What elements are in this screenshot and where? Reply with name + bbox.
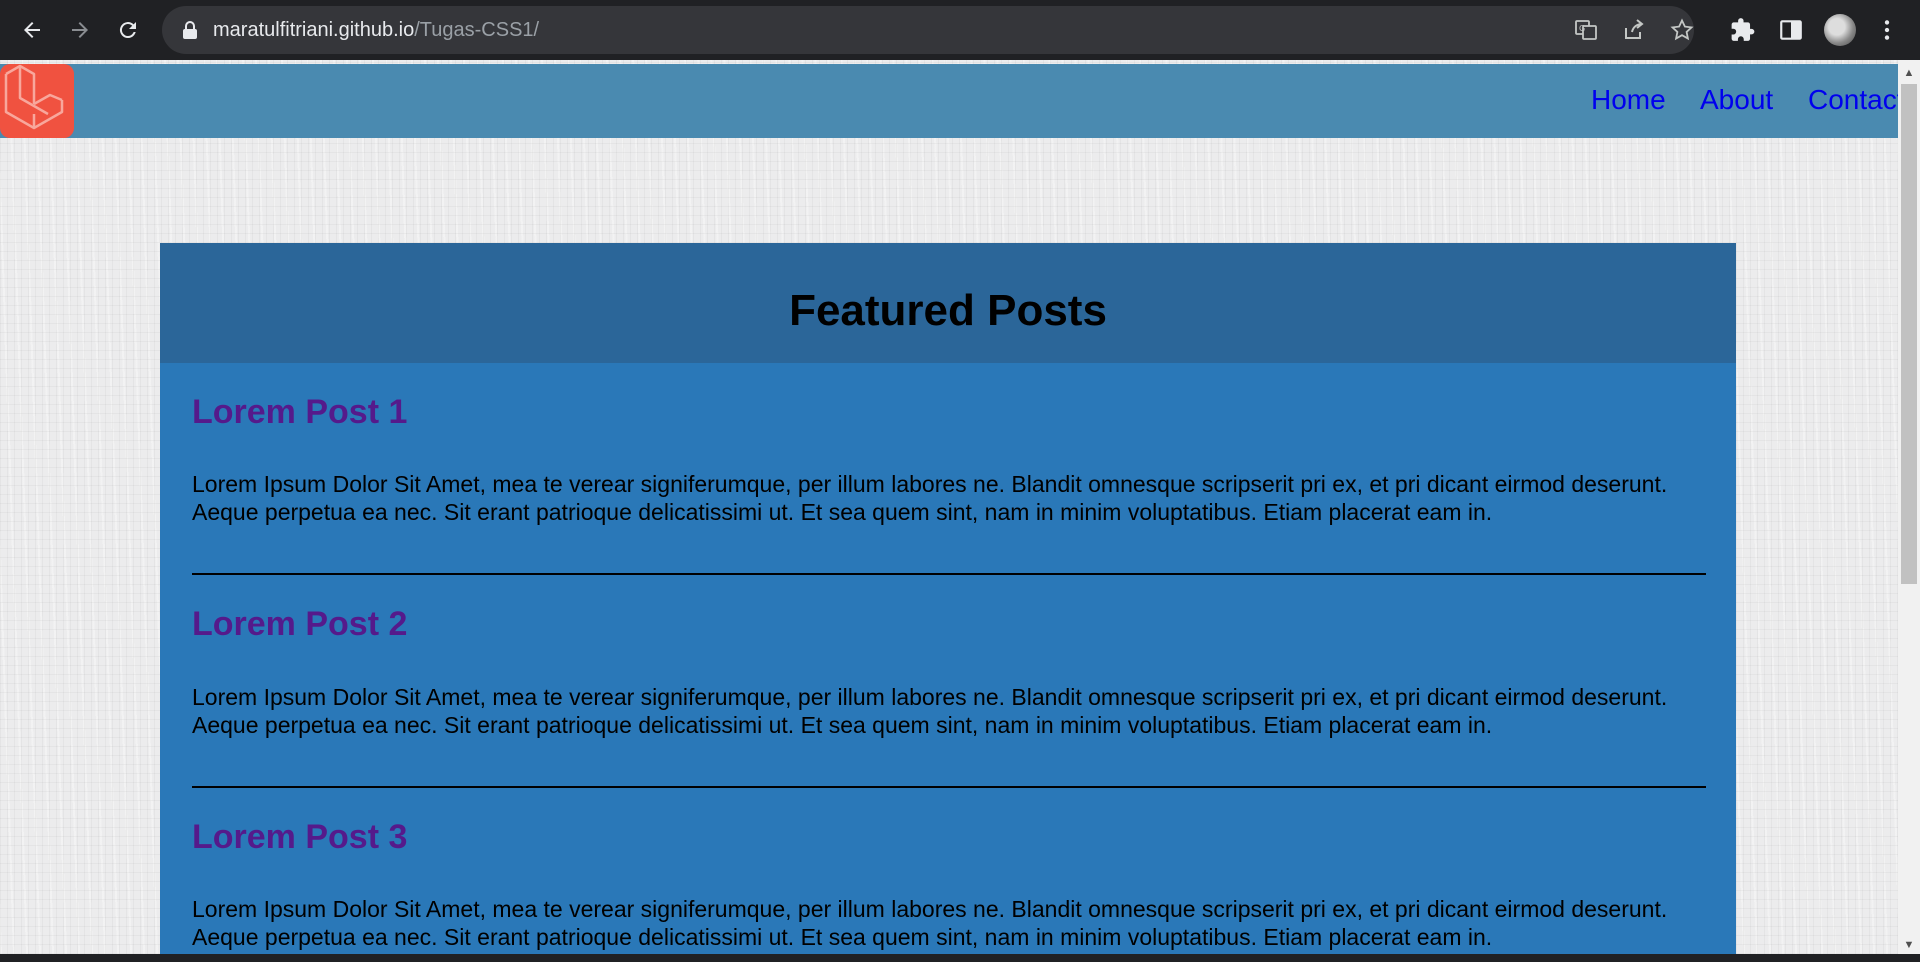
window-bottom-edge bbox=[0, 954, 1920, 962]
reload-button[interactable] bbox=[108, 10, 148, 50]
nav-home-link[interactable]: Home bbox=[1591, 84, 1666, 116]
browser-toolbar: maratulfitriani.github.io/Tugas-CSS1/ G bbox=[0, 0, 1920, 60]
scrollbar-thumb[interactable] bbox=[1901, 84, 1917, 584]
translate-icon[interactable]: G bbox=[1574, 18, 1598, 42]
share-icon[interactable] bbox=[1622, 18, 1646, 42]
page-title: Featured Posts bbox=[789, 286, 1107, 335]
back-arrow-icon bbox=[24, 22, 40, 38]
profile-avatar[interactable] bbox=[1824, 14, 1856, 46]
lock-icon[interactable] bbox=[182, 21, 198, 39]
forward-arrow-icon bbox=[72, 22, 88, 38]
post-title-link[interactable]: Lorem Post 1 bbox=[192, 393, 407, 432]
url-text[interactable]: maratulfitriani.github.io/Tugas-CSS1/ bbox=[213, 19, 539, 42]
post-divider bbox=[192, 573, 1706, 575]
forward-button[interactable] bbox=[60, 10, 100, 50]
page-viewport: Home About Contact Featured Posts Lorem … bbox=[0, 60, 1920, 954]
post-divider bbox=[192, 786, 1706, 788]
post-body: Lorem Ipsum Dolor Sit Amet, mea te verea… bbox=[192, 896, 1668, 950]
svg-text:G: G bbox=[1579, 24, 1585, 33]
url-path: /Tugas-CSS1/ bbox=[414, 19, 540, 41]
kebab-menu-icon[interactable] bbox=[1874, 17, 1900, 43]
panel-header: Featured Posts bbox=[160, 243, 1736, 363]
laravel-logo-icon[interactable] bbox=[0, 64, 74, 138]
scroll-up-arrow-icon[interactable]: ▲ bbox=[1898, 64, 1920, 82]
url-host: maratulfitriani.github.io bbox=[213, 19, 415, 41]
vertical-scrollbar[interactable]: ▲ ▼ bbox=[1898, 60, 1920, 954]
post-title-link[interactable]: Lorem Post 3 bbox=[192, 818, 407, 857]
site-header: Home About Contact bbox=[0, 64, 1905, 138]
post-body: Lorem Ipsum Dolor Sit Amet, mea te verea… bbox=[192, 684, 1668, 738]
scroll-down-arrow-icon[interactable]: ▼ bbox=[1898, 936, 1920, 954]
nav-about-link[interactable]: About bbox=[1700, 84, 1773, 116]
post-body: Lorem Ipsum Dolor Sit Amet, mea te verea… bbox=[192, 471, 1668, 525]
post-title-link[interactable]: Lorem Post 2 bbox=[192, 605, 407, 644]
featured-posts-panel: Featured Posts Lorem Post 1 Lorem Ipsum … bbox=[160, 243, 1736, 954]
back-button[interactable] bbox=[12, 10, 52, 50]
side-panel-icon[interactable] bbox=[1778, 17, 1804, 43]
star-icon[interactable] bbox=[1670, 18, 1694, 42]
address-bar[interactable]: maratulfitriani.github.io/Tugas-CSS1/ G bbox=[162, 6, 1694, 54]
nav-contact-link[interactable]: Contact bbox=[1808, 84, 1905, 116]
extensions-icon[interactable] bbox=[1730, 17, 1756, 43]
reload-icon bbox=[119, 22, 136, 39]
